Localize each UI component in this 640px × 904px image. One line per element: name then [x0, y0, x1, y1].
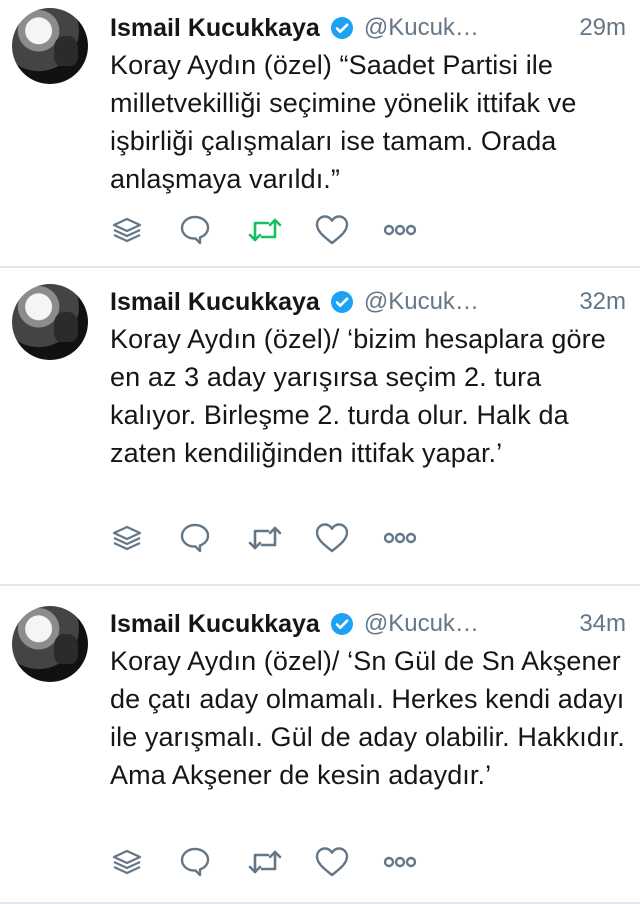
tweet-actions — [110, 518, 450, 558]
heart-icon — [314, 213, 350, 247]
tweet-content: Ismail Kucukkaya @Kucuk… 29m Koray Aydın… — [110, 10, 626, 245]
reply-button[interactable] — [178, 842, 246, 882]
avatar[interactable] — [12, 284, 88, 360]
layers-button[interactable] — [110, 210, 178, 250]
like-button[interactable] — [314, 518, 382, 558]
author-handle[interactable]: @Kucuk… — [364, 610, 479, 638]
heart-icon — [314, 521, 350, 555]
author-name[interactable]: Ismail Kucukkaya — [110, 288, 320, 317]
layers-icon — [110, 845, 144, 879]
tweet-actions — [110, 210, 450, 250]
retweet-button[interactable] — [246, 210, 314, 250]
tweet-content: Ismail Kucukkaya @Kucuk… 34m Koray Aydın… — [110, 606, 626, 877]
tweet-text: Koray Aydın (özel)/ ‘bizim hesaplara gör… — [110, 324, 606, 468]
avatar[interactable] — [12, 606, 88, 682]
verified-badge-icon — [330, 16, 354, 40]
verified-badge-icon — [330, 612, 354, 636]
reply-button[interactable] — [178, 518, 246, 558]
tweet-timestamp[interactable]: 29m — [579, 14, 626, 42]
reply-button[interactable] — [178, 210, 246, 250]
reply-icon — [178, 845, 212, 879]
author-handle[interactable]: @Kucuk… — [364, 288, 479, 316]
tweet-timestamp[interactable]: 34m — [579, 610, 626, 638]
more-icon — [382, 852, 418, 872]
author-handle[interactable]: @Kucuk… — [364, 14, 479, 42]
tweet[interactable]: Ismail Kucukkaya @Kucuk… 29m Koray Aydın… — [0, 0, 640, 268]
layers-button[interactable] — [110, 842, 178, 882]
retweet-button[interactable] — [246, 842, 314, 882]
tweet[interactable]: Ismail Kucukkaya @Kucuk… 32m Koray Aydın… — [0, 268, 640, 586]
tweet-header: Ismail Kucukkaya @Kucuk… 32m — [110, 284, 626, 320]
tweet-text: Koray Aydın (özel)/ ‘Sn Gül de Sn Akşene… — [110, 646, 625, 790]
tweet[interactable]: Ismail Kucukkaya @Kucuk… 34m Koray Aydın… — [0, 586, 640, 904]
heart-icon — [314, 845, 350, 879]
tweet-text: Koray Aydın (özel) “Saadet Partisi ile m… — [110, 50, 577, 194]
timeline: Ismail Kucukkaya @Kucuk… 29m Koray Aydın… — [0, 0, 640, 904]
retweet-button[interactable] — [246, 518, 314, 558]
retweet-icon — [246, 213, 284, 247]
tweet-actions — [110, 842, 450, 882]
more-button[interactable] — [382, 842, 450, 882]
more-button[interactable] — [382, 210, 450, 250]
verified-badge-icon — [330, 290, 354, 314]
tweet-header: Ismail Kucukkaya @Kucuk… 34m — [110, 606, 626, 642]
like-button[interactable] — [314, 842, 382, 882]
tweet-timestamp[interactable]: 32m — [579, 288, 626, 316]
retweet-icon — [246, 845, 284, 879]
author-name[interactable]: Ismail Kucukkaya — [110, 14, 320, 43]
like-button[interactable] — [314, 210, 382, 250]
more-icon — [382, 528, 418, 548]
layers-button[interactable] — [110, 518, 178, 558]
tweet-content: Ismail Kucukkaya @Kucuk… 32m Koray Aydın… — [110, 284, 626, 553]
avatar[interactable] — [12, 8, 88, 84]
layers-icon — [110, 213, 144, 247]
layers-icon — [110, 521, 144, 555]
retweet-icon — [246, 521, 284, 555]
reply-icon — [178, 521, 212, 555]
reply-icon — [178, 213, 212, 247]
author-name[interactable]: Ismail Kucukkaya — [110, 610, 320, 639]
more-icon — [382, 220, 418, 240]
tweet-header: Ismail Kucukkaya @Kucuk… 29m — [110, 10, 626, 46]
more-button[interactable] — [382, 518, 450, 558]
